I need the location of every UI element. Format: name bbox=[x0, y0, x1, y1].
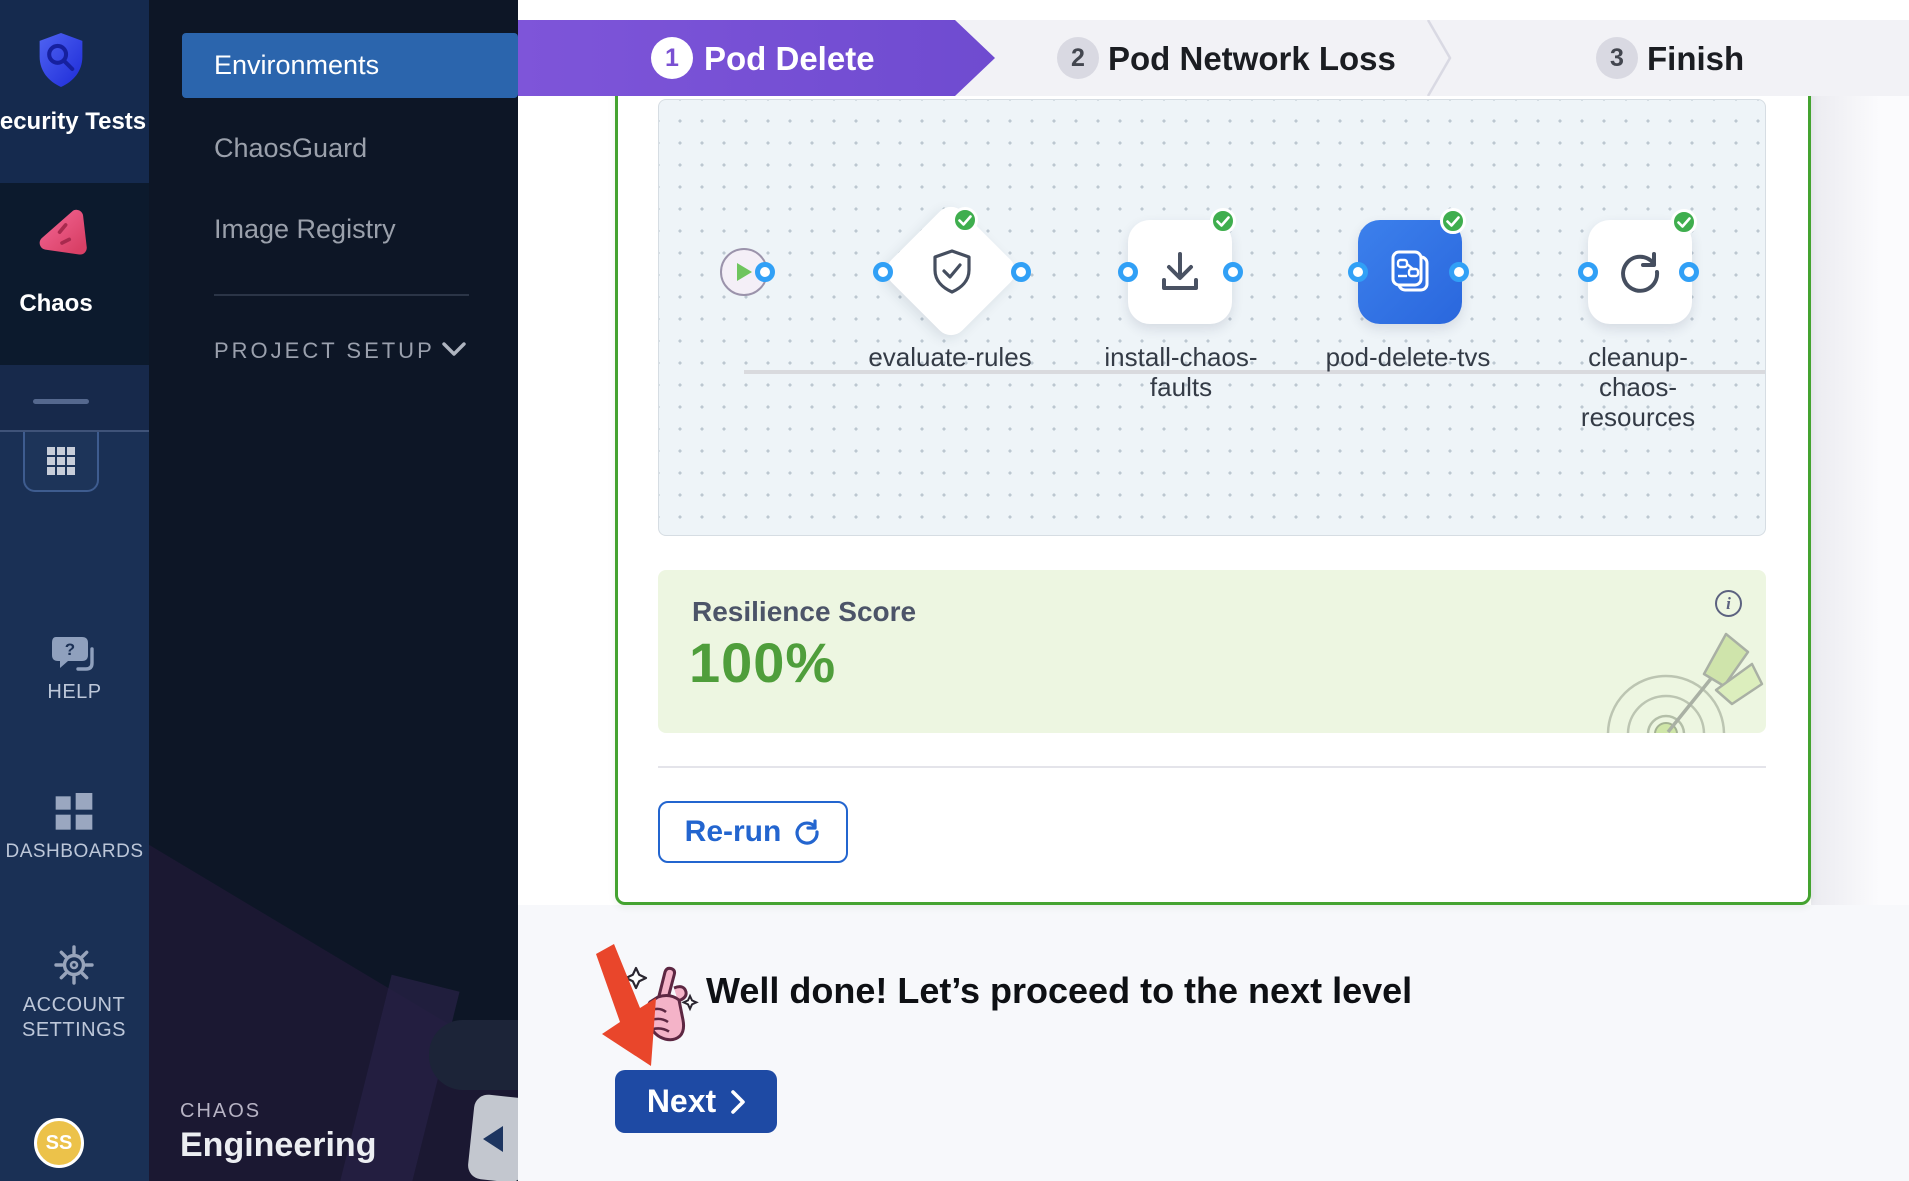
help-chat-icon: ? bbox=[50, 635, 98, 677]
app-window: evaluate-rules install-chaos-faults pod-… bbox=[0, 0, 1909, 1181]
sidebar-section-project-setup[interactable]: PROJECT SETUP bbox=[214, 338, 435, 364]
dashboards-icon bbox=[54, 793, 94, 833]
check-icon bbox=[1677, 217, 1691, 228]
sidebar-decoration bbox=[429, 1020, 518, 1090]
node-label: install-chaos-faults bbox=[1093, 342, 1269, 402]
shield-check-icon bbox=[927, 246, 977, 296]
connector-dot bbox=[1011, 262, 1031, 282]
module-picker-button[interactable] bbox=[23, 432, 99, 492]
connector-dot bbox=[1449, 262, 1469, 282]
step-label: Pod Delete bbox=[704, 40, 875, 78]
connector-dot bbox=[1118, 262, 1138, 282]
step-number[interactable]: 2 bbox=[1057, 37, 1099, 79]
play-icon bbox=[734, 261, 754, 283]
module-rail: Security Tests Chaos bbox=[0, 0, 149, 1181]
check-icon bbox=[1446, 216, 1460, 227]
chevron-right-icon bbox=[730, 1090, 745, 1114]
check-icon bbox=[958, 215, 972, 226]
resilience-score-value: 100% bbox=[689, 630, 836, 695]
next-button[interactable]: Next bbox=[615, 1070, 777, 1133]
connector-dot bbox=[873, 262, 893, 282]
target-dart-illustration bbox=[1566, 612, 1766, 733]
rerun-button[interactable]: Re-run bbox=[658, 801, 848, 863]
node-label: pod-delete-tvs bbox=[1320, 342, 1496, 372]
sidebar-item-image-registry[interactable]: Image Registry bbox=[214, 214, 396, 244]
collapse-sidebar-icon[interactable] bbox=[483, 1126, 503, 1152]
well-done-message: Well done! Let’s proceed to the next lev… bbox=[706, 970, 1412, 1012]
chaos-experiment-icon bbox=[1382, 244, 1438, 300]
pipeline-node-cleanup-chaos-resources[interactable] bbox=[1588, 220, 1692, 324]
rail-item-help[interactable]: ? HELP bbox=[0, 635, 149, 725]
connector-dot bbox=[1679, 262, 1699, 282]
module-label: Chaos bbox=[6, 290, 106, 318]
gear-icon bbox=[52, 943, 96, 987]
connector-dot bbox=[755, 262, 775, 282]
rail-item-dashboards[interactable]: DASHBOARDS bbox=[0, 793, 149, 889]
project-sidebar: Environments ChaosGuard Image Registry P… bbox=[149, 0, 518, 1181]
connector-dot bbox=[1348, 262, 1368, 282]
rerun-refresh-icon bbox=[793, 818, 821, 846]
step-number: 1 bbox=[651, 37, 693, 79]
check-icon bbox=[1216, 216, 1230, 227]
success-badge bbox=[952, 207, 978, 233]
download-icon bbox=[1154, 246, 1206, 298]
stepper-separator-chevron-icon bbox=[1426, 20, 1452, 96]
chaos-logo-icon bbox=[33, 208, 91, 266]
node-label: evaluate-rules bbox=[862, 342, 1038, 372]
connector-dot bbox=[1578, 262, 1598, 282]
connector-dot bbox=[1223, 262, 1243, 282]
success-badge bbox=[1671, 209, 1697, 235]
right-gutter bbox=[1811, 96, 1909, 905]
rail-item-label: ACCOUNT SETTINGS bbox=[18, 993, 130, 1043]
module-security-tests[interactable]: Security Tests bbox=[0, 0, 149, 183]
refresh-icon bbox=[1614, 246, 1666, 298]
rail-item-label: DASHBOARDS bbox=[0, 841, 149, 863]
pipeline-node-install-chaos-faults[interactable] bbox=[1128, 220, 1232, 324]
pipeline-canvas[interactable]: evaluate-rules install-chaos-faults pod-… bbox=[658, 99, 1766, 536]
resilience-score-panel: Resilience Score 100% i bbox=[658, 570, 1766, 733]
sidebar-item-chaosguard[interactable]: ChaosGuard bbox=[214, 133, 367, 163]
rail-item-account-settings[interactable]: ACCOUNT SETTINGS bbox=[0, 943, 149, 1053]
success-badge bbox=[1210, 208, 1236, 234]
rail-lower-section: ? HELP DASHBOARDS bbox=[0, 365, 149, 1181]
sidebar-divider bbox=[214, 294, 469, 296]
security-tests-shield-icon bbox=[34, 30, 88, 90]
pipeline-node-pod-delete-tvs[interactable] bbox=[1358, 220, 1462, 324]
rail-item-label: HELP bbox=[0, 681, 149, 704]
lower-background bbox=[518, 905, 1909, 1181]
rerun-button-label: Re-run bbox=[685, 815, 782, 849]
sidebar-item-environments[interactable]: Environments bbox=[182, 33, 518, 98]
step-label[interactable]: Finish bbox=[1647, 40, 1744, 78]
step-number[interactable]: 3 bbox=[1596, 37, 1638, 79]
module-chaos[interactable]: Chaos bbox=[0, 183, 149, 365]
rail-drag-handle bbox=[33, 399, 89, 404]
user-avatar[interactable]: SS bbox=[34, 1118, 84, 1168]
node-label: cleanup-chaos-resources bbox=[1550, 342, 1726, 432]
resilience-score-label: Resilience Score bbox=[692, 596, 916, 628]
svg-text:?: ? bbox=[65, 640, 75, 659]
card-divider bbox=[658, 766, 1766, 768]
grid-icon bbox=[46, 446, 76, 476]
red-arrow-pointer bbox=[594, 944, 670, 1074]
success-badge bbox=[1440, 208, 1466, 234]
brand-product-label: Engineering bbox=[180, 1126, 376, 1165]
next-button-label: Next bbox=[647, 1083, 716, 1120]
step-label[interactable]: Pod Network Loss bbox=[1108, 40, 1396, 78]
chevron-down-icon[interactable] bbox=[442, 342, 466, 357]
brand-module-label: CHAOS bbox=[180, 1100, 261, 1123]
wizard-stepper: 1 Pod Delete 2 Pod Network Loss 3 Finish bbox=[518, 0, 1909, 96]
module-label: Security Tests bbox=[0, 108, 148, 136]
rail-strip bbox=[0, 365, 149, 432]
